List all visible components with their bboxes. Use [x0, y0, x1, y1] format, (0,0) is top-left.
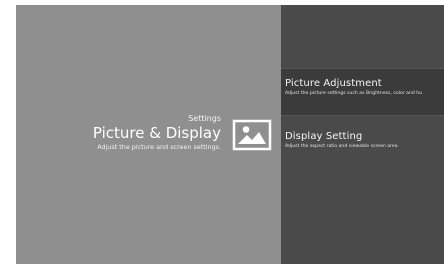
category-header-panel: Settings Picture & Display Adjust the pi…: [16, 5, 281, 264]
menu-item-title: Picture Adjustment: [285, 78, 382, 89]
settings-label: Settings: [188, 114, 221, 123]
picture-icon: [232, 119, 272, 151]
settings-screen: Settings Picture & Display Adjust the pi…: [16, 5, 444, 264]
settings-menu-panel: Picture Adjustment Adjust the picture se…: [281, 5, 444, 264]
menu-item-description: Adjust the picture settings such as Brig…: [285, 91, 423, 96]
menu-item-display-setting[interactable]: Display Setting Adjust the aspect ratio …: [281, 131, 444, 171]
menu-item-description: Adjust the aspect ratio and viewable scr…: [285, 144, 400, 149]
page-title: Picture & Display: [92, 124, 221, 142]
menu-item-picture-adjustment[interactable]: Picture Adjustment Adjust the picture se…: [281, 68, 444, 116]
category-heading: Settings Picture & Display Adjust the pi…: [93, 114, 221, 152]
menu-item-title: Display Setting: [285, 131, 363, 142]
page-subtitle: Adjust the picture and screen settings.: [97, 143, 221, 151]
